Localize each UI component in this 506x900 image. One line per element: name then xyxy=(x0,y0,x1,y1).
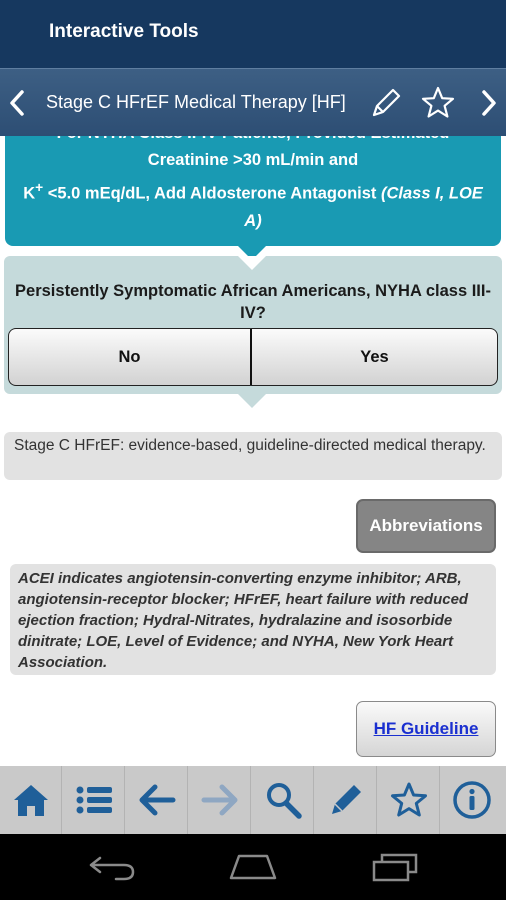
nav-recents-icon[interactable] xyxy=(370,850,422,884)
recommendation-line3: K+ <5.0 mEq/dL, Add Aldosterone Antagoni… xyxy=(23,180,483,230)
question-notch xyxy=(238,256,266,270)
star-icon[interactable] xyxy=(420,85,456,121)
chevron-left-icon[interactable] xyxy=(4,86,30,120)
pencil-icon[interactable] xyxy=(368,85,404,121)
nav-home-icon[interactable] xyxy=(227,850,279,884)
back-arrow-icon xyxy=(139,784,176,816)
home-button[interactable] xyxy=(0,766,62,834)
yes-button[interactable]: Yes xyxy=(252,328,498,386)
sub-header-bar: Stage C HFrEF Medical Therapy [HF] xyxy=(0,68,506,136)
bottom-toolbar xyxy=(0,766,506,834)
search-icon xyxy=(267,783,302,819)
recommendation-line2: Creatinine >30 mL/min and xyxy=(147,151,359,169)
page-title: Stage C HFrEF Medical Therapy [HF] xyxy=(46,92,346,112)
recommendation-line1: For NYHA Class II-IV Patients, Provided … xyxy=(17,136,489,147)
no-button[interactable]: No xyxy=(8,328,252,386)
recommendation-box: For NYHA Class II-IV Patients, Provided … xyxy=(5,136,501,246)
notes-button[interactable] xyxy=(315,766,377,834)
info-button[interactable] xyxy=(441,766,503,834)
hf-guideline-button[interactable]: HF Guideline xyxy=(356,701,496,757)
forward-arrow-icon xyxy=(201,784,238,816)
result-text: Stage C HFrEF: evidence-based, guideline… xyxy=(4,432,502,480)
chevron-right-icon[interactable] xyxy=(476,86,502,120)
search-button[interactable] xyxy=(252,766,314,834)
back-button[interactable] xyxy=(126,766,188,834)
forward-button[interactable] xyxy=(189,766,251,834)
question-text: Persistently Symptomatic African America… xyxy=(15,282,491,322)
question-box: Persistently Symptomatic African America… xyxy=(4,256,502,394)
star-icon xyxy=(391,782,427,817)
content-area: For NYHA Class II-IV Patients, Provided … xyxy=(0,136,506,766)
app-bar: Interactive Tools xyxy=(0,0,506,68)
abbreviations-button[interactable]: Abbreviations xyxy=(356,499,496,553)
nav-back-icon[interactable] xyxy=(86,850,138,884)
pencil-icon xyxy=(332,785,361,814)
favorites-button[interactable] xyxy=(378,766,440,834)
info-icon xyxy=(453,781,491,819)
android-nav-bar xyxy=(0,834,506,900)
list-button[interactable] xyxy=(63,766,125,834)
home-icon xyxy=(14,785,48,816)
abbreviations-note: ACEI indicates angiotensin-converting en… xyxy=(10,564,496,675)
app-title: Interactive Tools xyxy=(49,21,199,42)
list-icon xyxy=(76,786,112,814)
flow-arrow xyxy=(238,394,266,408)
